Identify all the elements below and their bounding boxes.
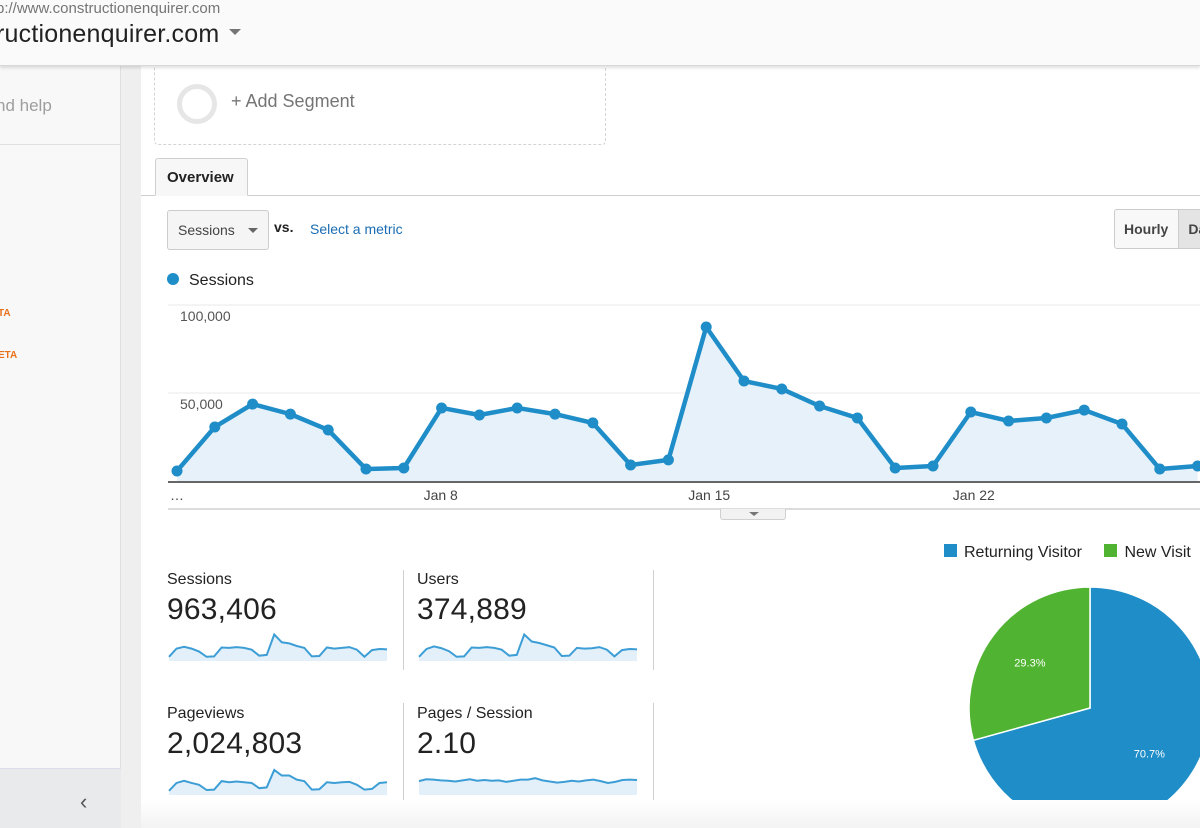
data-point: [625, 459, 637, 471]
kpi-sparkline: [168, 768, 388, 795]
x-tick-label: …: [170, 487, 184, 503]
data-point: [322, 424, 334, 436]
data-point: [927, 460, 939, 472]
legend-returning-visitor[interactable]: Returning Visitor: [944, 544, 1082, 561]
kpi-sessions[interactable]: Sessions 963,406: [167, 571, 397, 661]
property-name: ructionenquirer.com: [0, 20, 220, 48]
data-point: [662, 454, 674, 466]
data-point: [171, 465, 183, 477]
data-point: [549, 408, 561, 420]
sidebar-collapse-button[interactable]: ‹: [0, 768, 121, 828]
chart-bottom-border: [168, 508, 1200, 510]
data-point: [284, 408, 296, 420]
sessions-chart: 100,000 50,000 … Jan 8 Jan 15 Jan 22: [168, 304, 1200, 503]
kpi-sparkline: [418, 632, 638, 661]
data-point: [1154, 463, 1166, 475]
data-point: [209, 421, 221, 433]
caret-down-icon: [749, 512, 759, 516]
data-point: [436, 402, 448, 414]
data-point: [1078, 404, 1090, 416]
kpi-divider: [403, 570, 404, 670]
pie-legend: Returning Visitor New Visit: [944, 544, 1200, 562]
kpi-sparkline: [168, 632, 388, 661]
top-bar: p://www.constructionenquirer.com ruction…: [0, 0, 1200, 66]
data-point: [965, 406, 977, 418]
data-point: [700, 321, 712, 333]
kpi-pages-per-session[interactable]: Pages / Session 2.10: [417, 705, 647, 795]
pie-slice: [972, 586, 1200, 828]
data-point: [247, 398, 259, 410]
pie-slice-label: 29.3%: [1014, 658, 1045, 670]
y-tick-label: 100,000: [180, 308, 231, 324]
kpi-value: 2.10: [417, 727, 477, 760]
data-point: [738, 375, 750, 387]
kpi-label: Pageviews: [167, 705, 245, 722]
data-point: [1116, 418, 1128, 430]
kpi-label: Sessions: [167, 571, 232, 588]
data-point: [511, 402, 523, 414]
data-point: [1003, 415, 1015, 427]
pie-slice-label: 70.7%: [1134, 748, 1165, 760]
x-tick-label: Jan 22: [953, 487, 995, 503]
kpi-divider: [403, 703, 404, 803]
kpi-divider: [653, 703, 654, 803]
kpi-value: 963,406: [167, 593, 277, 626]
legend-new-visitor[interactable]: New Visit: [1104, 544, 1191, 561]
kpi-divider: [653, 570, 654, 670]
legend-label: Returning Visitor: [964, 544, 1082, 561]
legend-label: New Visit: [1124, 544, 1191, 561]
chevron-left-icon[interactable]: ‹: [80, 789, 87, 815]
x-tick-label: Jan 8: [424, 487, 458, 503]
caret-down-icon[interactable]: [229, 29, 242, 36]
x-tick-label: Jan 15: [688, 487, 730, 503]
chart-expand-handle[interactable]: [720, 509, 786, 520]
data-point: [587, 417, 599, 429]
kpi-pageviews[interactable]: Pageviews 2,024,803: [167, 705, 397, 795]
data-point: [814, 400, 826, 412]
kpi-sparkline: [418, 777, 638, 795]
data-point: [851, 412, 863, 424]
data-point: [398, 462, 410, 474]
data-point: [1040, 412, 1052, 424]
legend-swatch: [1104, 544, 1118, 558]
property-selector[interactable]: ructionenquirer.com: [0, 20, 242, 49]
data-point: [473, 409, 485, 421]
data-point: [776, 383, 788, 395]
data-point: [889, 462, 901, 474]
kpi-value: 2,024,803: [167, 727, 303, 760]
property-url: p://www.constructionenquirer.com: [0, 0, 221, 17]
kpi-users[interactable]: Users 374,889: [417, 571, 647, 661]
kpi-value: 374,889: [417, 593, 527, 626]
y-tick-label: 50,000: [180, 396, 223, 412]
pie-slice: [968, 586, 1091, 742]
kpi-label: Pages / Session: [417, 705, 533, 722]
series-area: [177, 327, 1198, 481]
legend-swatch: [944, 544, 957, 558]
kpi-label: Users: [417, 571, 459, 588]
bottom-fade: [141, 800, 1200, 828]
data-point: [360, 463, 372, 475]
